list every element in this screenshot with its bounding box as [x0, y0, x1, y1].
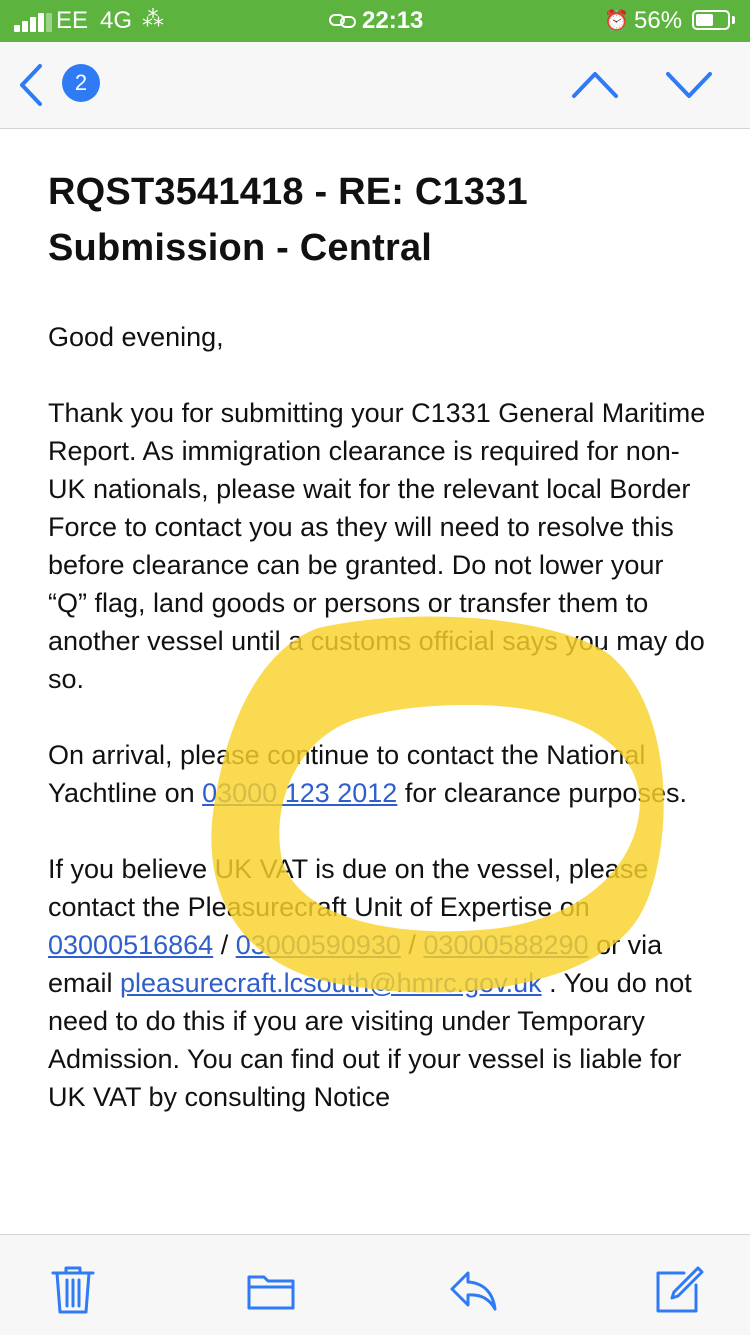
- previous-message-button[interactable]: [570, 62, 620, 106]
- chevron-down-icon: [666, 72, 712, 98]
- trash-icon: [51, 1266, 95, 1314]
- alarm-icon: ⏰: [604, 10, 629, 32]
- compose-button[interactable]: [654, 1265, 704, 1315]
- email-body: Good evening, Thank you for submitting y…: [48, 318, 708, 1116]
- delete-button[interactable]: [48, 1265, 98, 1315]
- status-bar: EE 4G ⁂ 22:13 ⏰ 56%: [0, 0, 750, 42]
- email-address-link[interactable]: pleasurecraft.lcsouth@hmrc.gov.uk: [120, 968, 542, 998]
- yachtline-phone-link[interactable]: 03000 123 2012: [202, 778, 397, 808]
- activity-spinner-icon: ⁂: [142, 6, 164, 31]
- compose-icon: [656, 1266, 704, 1313]
- battery-icon: [692, 10, 730, 30]
- back-button[interactable]: [12, 60, 52, 110]
- email-content[interactable]: RQST3541418 - RE: C1331 Submission - Cen…: [48, 148, 708, 1234]
- network-type: 4G: [100, 7, 133, 34]
- unread-count-badge[interactable]: 2: [62, 64, 100, 102]
- message-navigation-bar: 2: [0, 42, 750, 129]
- battery-percentage: 56%: [634, 7, 683, 34]
- next-message-button[interactable]: [664, 62, 714, 106]
- vat-text: If you believe UK VAT is due on the vess…: [48, 854, 649, 922]
- carrier-name: EE: [56, 7, 89, 34]
- chevron-up-icon: [572, 72, 618, 98]
- battery-tip: [732, 16, 735, 24]
- email-subject: RQST3541418 - RE: C1331 Submission - Cen…: [48, 171, 528, 269]
- message-toolbar: [0, 1234, 750, 1335]
- back-chevron-icon: [20, 64, 42, 106]
- paragraph-vat: If you believe UK VAT is due on the vess…: [48, 850, 708, 1116]
- personal-hotspot-icon: [328, 10, 358, 30]
- separator: /: [213, 930, 236, 960]
- phone-link-1[interactable]: 03000516864: [48, 930, 213, 960]
- phone-link-2[interactable]: 03000590930: [236, 930, 401, 960]
- folder-icon: [247, 1275, 295, 1310]
- reply-button[interactable]: [448, 1265, 498, 1315]
- separator: /: [400, 930, 424, 960]
- paragraph-arrival: On arrival, please continue to contact t…: [48, 736, 708, 812]
- arrival-text-end: for clearance purposes.: [397, 778, 687, 808]
- phone-link-3[interactable]: 03000588290: [423, 930, 588, 960]
- signal-strength-icon: [14, 12, 52, 32]
- clock-time: 22:13: [362, 7, 424, 34]
- move-to-folder-button[interactable]: [246, 1265, 296, 1315]
- paragraph-submission: Thank you for submitting your C1331 Gene…: [48, 398, 706, 694]
- reply-icon: [450, 1271, 497, 1311]
- greeting: Good evening,: [48, 322, 224, 352]
